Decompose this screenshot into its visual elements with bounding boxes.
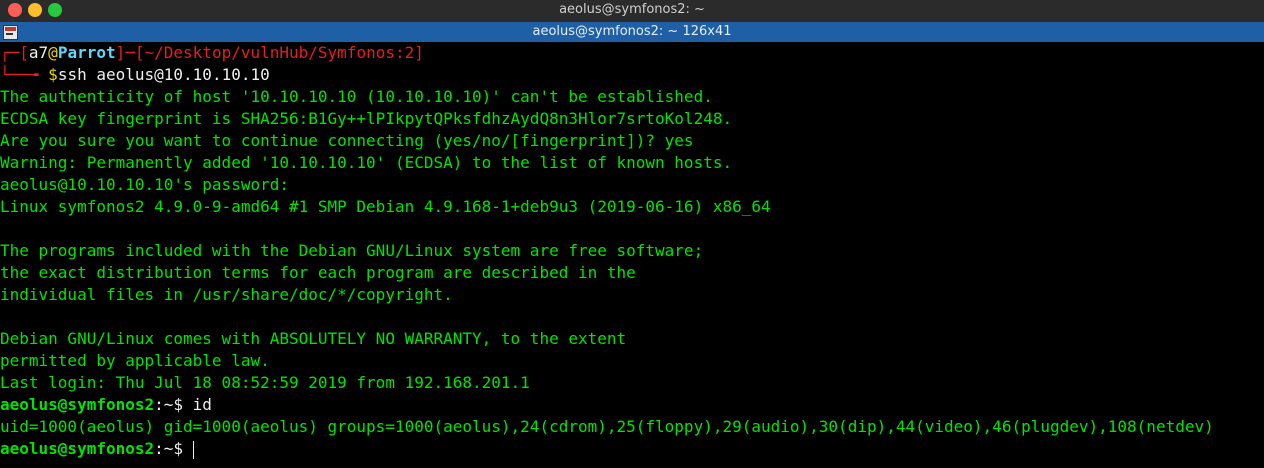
remote-prompt-userhost: aeolus@symfonos2 [0, 439, 155, 458]
remote-prompt-sep: :~$ [154, 439, 193, 458]
output-line: Are you sure you want to continue connec… [0, 131, 694, 150]
output-line: Linux symfonos2 4.9.0-9-amd64 #1 SMP Deb… [0, 197, 771, 216]
remote-prompt-line: aeolus@symfonos2:~$ id [0, 394, 212, 416]
remote-prompt-line-active[interactable]: aeolus@symfonos2:~$ [0, 438, 194, 460]
prompt-host: Parrot [57, 43, 116, 62]
output-line: The authenticity of host '10.10.10.10 (1… [0, 87, 713, 106]
prompt-at: @ [48, 43, 58, 62]
prompt-path: ~/Desktop/vulnHub/Symfonos:2 [144, 43, 415, 62]
id-command: id [183, 395, 212, 414]
window-titlebar: aeolus@symfonos2: ~ [0, 0, 1264, 22]
prompt-line-2: └──╼ $ssh aeolus@10.10.10.10 [0, 65, 270, 84]
output-line: The programs included with the Debian GN… [0, 241, 704, 260]
prompt-line-1: ┌─[a7@Parrot]─[~/Desktop/vulnHub/Symfono… [0, 43, 424, 62]
output-line: permitted by applicable law. [0, 351, 270, 370]
terminal-output[interactable]: ┌─[a7@Parrot]─[~/Desktop/vulnHub/Symfono… [0, 42, 1264, 468]
text-cursor [192, 440, 194, 459]
id-output-line: uid=1000(aeolus) gid=1000(aeolus) groups… [0, 417, 1214, 436]
output-line: Last login: Thu Jul 18 08:52:59 2019 fro… [0, 373, 530, 392]
prompt-user: a7 [28, 43, 49, 62]
remote-prompt-sep: :~$ [154, 395, 184, 414]
prompt-dollar: $ [48, 65, 58, 84]
terminal-tab-title[interactable]: aeolus@symfonos2: ~ 126x41 [0, 24, 1264, 39]
ssh-command: ssh aeolus@10.10.10.10 [57, 65, 270, 84]
output-line: individual files in /usr/share/doc/*/cop… [0, 285, 453, 304]
output-line: Warning: Permanently added '10.10.10.10'… [0, 153, 733, 172]
output-line: ECDSA key fingerprint is SHA256:B1Gy++lP… [0, 109, 733, 128]
output-line: aeolus@10.10.10.10's password: [0, 175, 289, 194]
output-line: Debian GNU/Linux comes with ABSOLUTELY N… [0, 329, 627, 348]
remote-prompt-userhost: aeolus@symfonos2 [0, 395, 155, 414]
terminal-tab-bar: aeolus@symfonos2: ~ 126x41 [0, 22, 1264, 42]
output-line: the exact distribution terms for each pr… [0, 263, 636, 282]
window-title: aeolus@symfonos2: ~ [559, 2, 705, 17]
